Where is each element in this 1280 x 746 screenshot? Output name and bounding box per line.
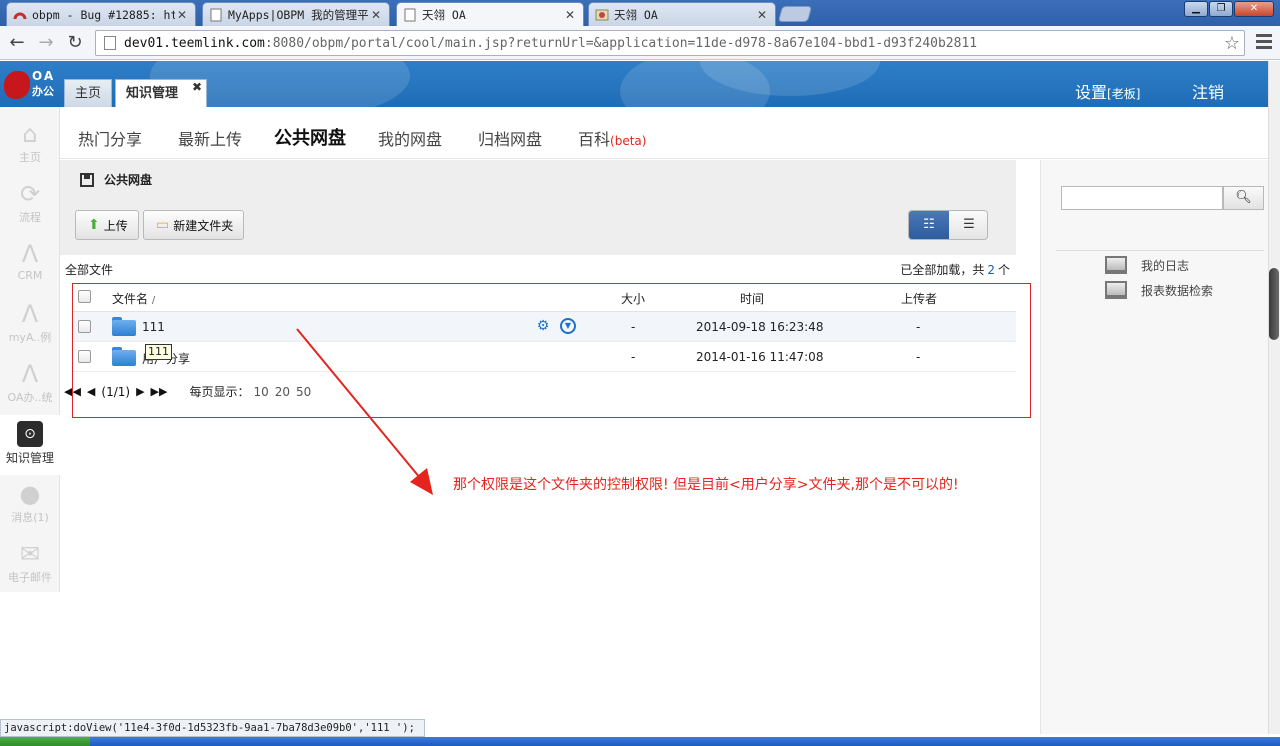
os-taskbar bbox=[0, 737, 1280, 746]
search-icon: 🔍︎ bbox=[1235, 190, 1252, 205]
report-search-link[interactable]: 报表数据检索 bbox=[1105, 281, 1213, 299]
monitor-icon bbox=[1105, 256, 1127, 274]
divider bbox=[1056, 250, 1264, 251]
browser-status-bar: javascript:doView('11e4-3f0d-1d5323fb-9a… bbox=[0, 719, 425, 737]
right-side-panel: 🔍︎ 我的日志 报表数据检索 bbox=[1040, 160, 1268, 734]
search-button[interactable]: 🔍︎ bbox=[1223, 186, 1264, 210]
annotation-note: 那个权限是这个文件夹的控制权限! 但是目前<用户分享>文件夹,那个是不可以的! bbox=[453, 477, 959, 493]
search-input[interactable] bbox=[1061, 186, 1223, 210]
start-button[interactable] bbox=[0, 737, 90, 746]
page-scrollbar[interactable] bbox=[1268, 61, 1280, 734]
monitor-icon bbox=[1105, 281, 1127, 299]
my-diary-link[interactable]: 我的日志 bbox=[1105, 256, 1189, 274]
link-label: 我的日志 bbox=[1141, 258, 1190, 273]
link-label: 报表数据检索 bbox=[1141, 283, 1214, 298]
scrollbar-thumb[interactable] bbox=[1269, 268, 1279, 340]
